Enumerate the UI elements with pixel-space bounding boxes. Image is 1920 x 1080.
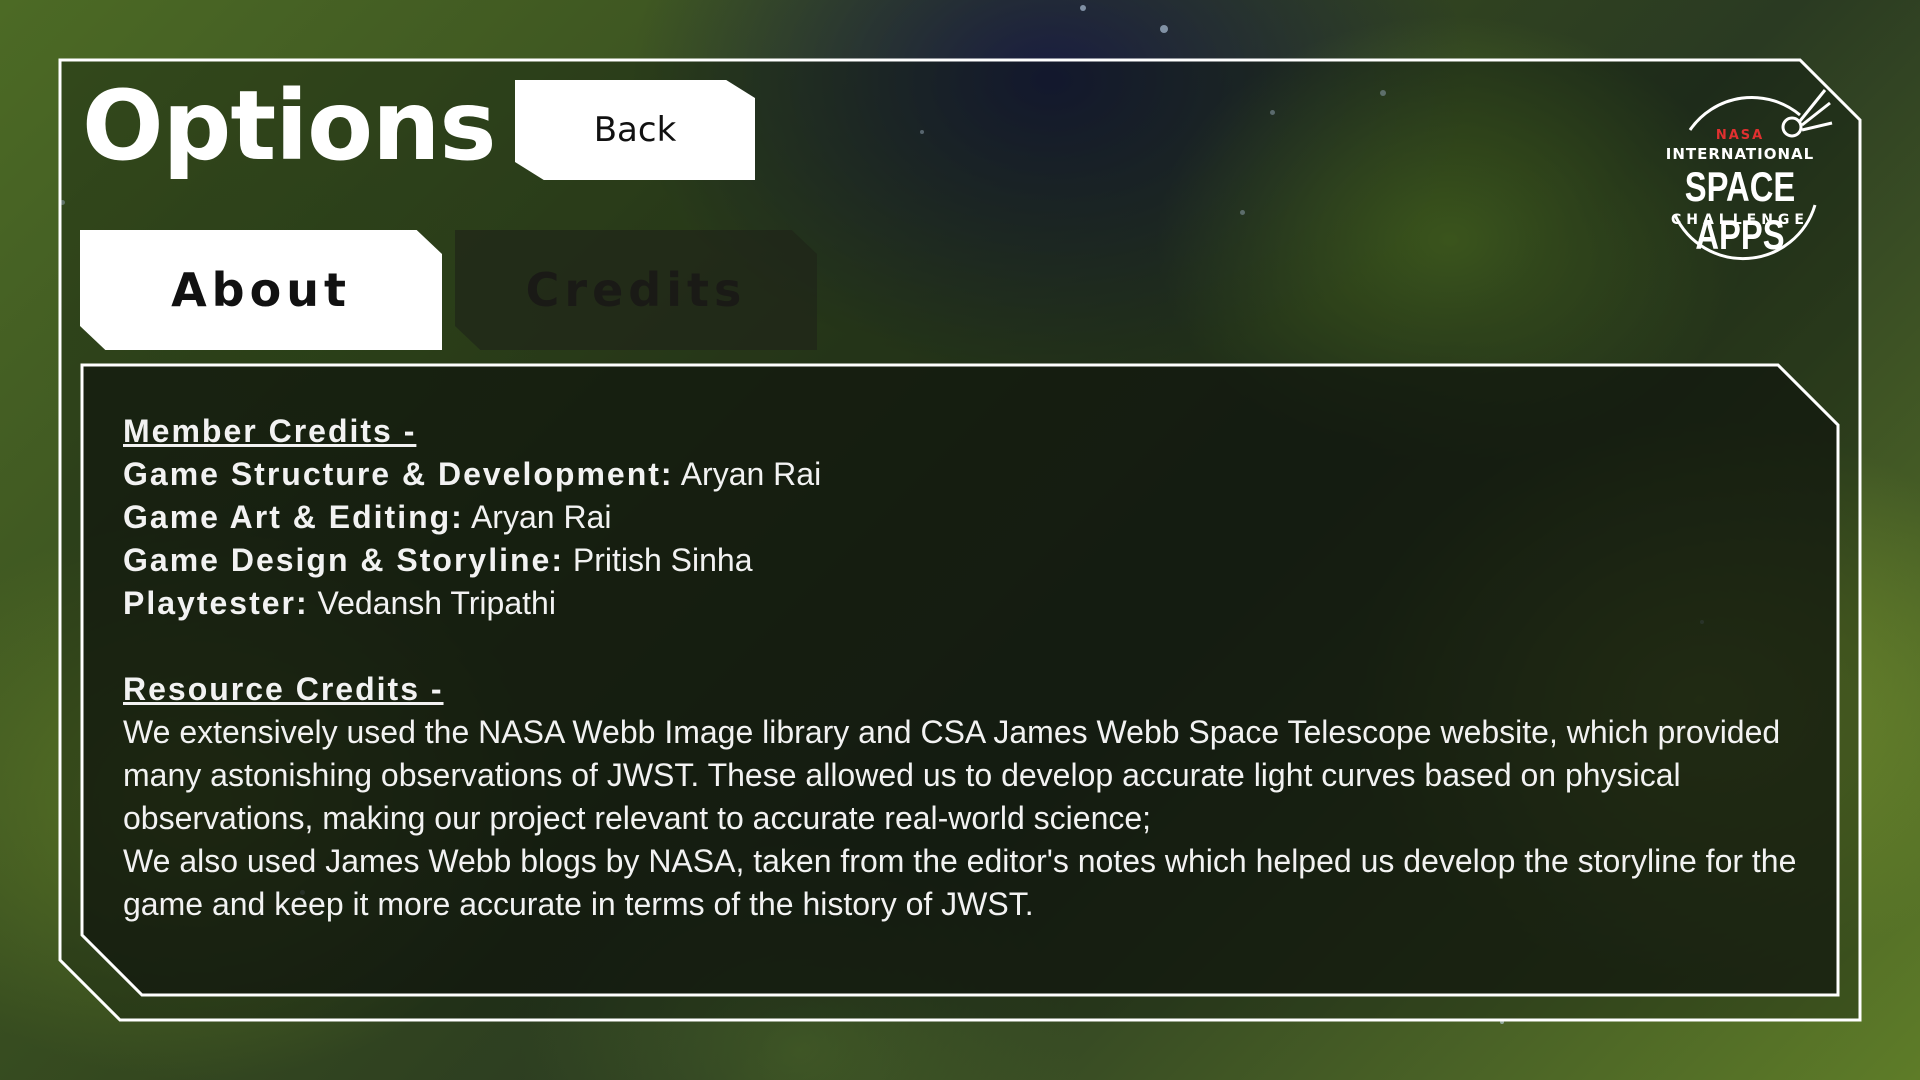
credit-role: Game Design & Storyline: [123, 542, 564, 578]
tab-about[interactable]: About [80, 230, 442, 350]
resource-paragraph-1: We extensively used the NASA Webb Image … [123, 714, 1781, 836]
credit-name: Aryan Rai [680, 456, 822, 492]
back-button[interactable]: Back [515, 80, 755, 180]
credit-name: Aryan Rai [470, 499, 612, 535]
logo-line3: CHALLENGE [1670, 212, 1809, 228]
credit-role: Game Art & Editing: [123, 499, 464, 535]
credit-row: Game Design & Storyline: Pritish Sinha [123, 539, 1803, 582]
credit-name: Vedansh Tripathi [317, 585, 556, 621]
page-title: Options [82, 70, 497, 182]
logo-line2: SPACE APPS [1684, 163, 1796, 258]
credit-role: Game Structure & Development: [123, 456, 674, 492]
member-credits-heading: Member Credits - [123, 413, 417, 449]
about-content: Member Credits - Game Structure & Develo… [123, 410, 1803, 926]
credit-row: Playtester: Vedansh Tripathi [123, 582, 1803, 625]
resource-paragraph-2: We also used James Webb blogs by NASA, t… [123, 843, 1797, 922]
resource-credits-heading: Resource Credits - [123, 671, 444, 707]
space-apps-logo: NASA INTERNATIONAL SPACE APPS CHALLENGE [1650, 85, 1840, 275]
credit-row: Game Art & Editing: Aryan Rai [123, 496, 1803, 539]
credit-name: Pritish Sinha [572, 542, 753, 578]
tab-credits[interactable]: Credits [455, 230, 817, 350]
logo-line1: INTERNATIONAL [1665, 145, 1815, 163]
credit-row: Game Structure & Development: Aryan Rai [123, 453, 1803, 496]
credit-role: Playtester: [123, 585, 309, 621]
logo-nasa-text: NASA [1715, 128, 1765, 143]
